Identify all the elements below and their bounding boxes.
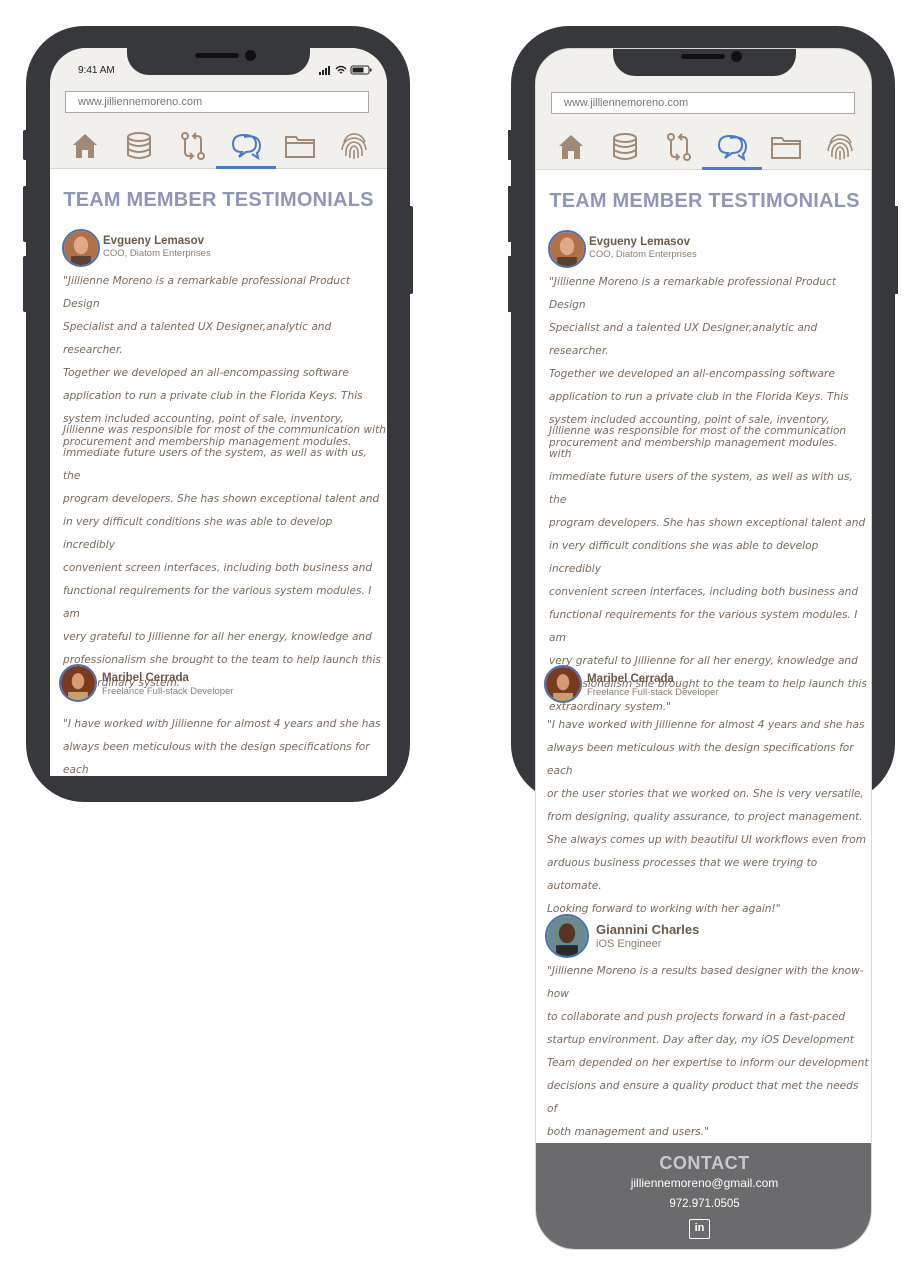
person-name: Maribel Cerrada xyxy=(587,673,674,685)
url-bar[interactable]: www.jilliennemoreno.com xyxy=(551,92,855,114)
person-role: COO, Diatom Enterprises xyxy=(103,248,211,259)
tab-portfolio[interactable] xyxy=(770,131,804,165)
tab-identity[interactable] xyxy=(824,131,858,165)
folder-icon xyxy=(771,137,801,159)
volume-down-button xyxy=(508,256,514,312)
avatar-evgueny xyxy=(62,229,100,267)
volume-down-button xyxy=(23,256,29,312)
git-compare-icon xyxy=(181,132,205,160)
volume-up-button xyxy=(23,186,29,242)
power-button xyxy=(407,206,413,294)
tab-compare[interactable] xyxy=(177,130,211,164)
nav-tabs xyxy=(536,127,871,171)
chat-bubbles-icon xyxy=(231,133,262,161)
wifi-icon xyxy=(335,65,347,74)
contact-title: CONTACT xyxy=(659,1153,750,1173)
nav-tabs xyxy=(50,126,387,170)
tab-testimonials[interactable] xyxy=(716,131,750,165)
avatar-maribel xyxy=(59,664,97,702)
home-icon xyxy=(73,134,97,158)
mute-switch xyxy=(508,130,514,160)
person-name: Maribel Cerrada xyxy=(102,672,189,684)
active-tab-indicator xyxy=(216,166,276,169)
tab-home[interactable] xyxy=(555,131,589,165)
folder-icon xyxy=(285,136,315,158)
tab-compare[interactable] xyxy=(663,131,697,165)
person-name: Evgueny Lemasov xyxy=(103,235,204,247)
testimonial-quote: "I have worked with Jillienne for almost… xyxy=(547,719,867,915)
fingerprint-icon xyxy=(341,133,367,159)
git-compare-icon xyxy=(667,133,691,161)
mute-switch xyxy=(23,130,29,160)
page-title: TEAM MEMBER TESTIMONIALS xyxy=(549,190,860,212)
home-icon xyxy=(559,135,583,159)
status-icons xyxy=(319,65,372,75)
contact-email-link[interactable]: jilliennemoreno@gmail.com xyxy=(536,1176,871,1190)
database-icon xyxy=(127,132,151,159)
person-name: Giannini Charles xyxy=(596,922,700,937)
phone-notch xyxy=(613,49,796,76)
tab-testimonials[interactable] xyxy=(230,130,264,164)
person-name: Evgueny Lemasov xyxy=(589,236,690,248)
tab-home[interactable] xyxy=(69,130,103,164)
phone-screen-left: 9:41 AM www.jilliennemoreno.com TEAM MEM… xyxy=(50,48,387,776)
signal-icon xyxy=(319,66,330,75)
page-title: TEAM MEMBER TESTIMONIALS xyxy=(63,189,374,211)
testimonial-quote: "I have worked with Jillienne for almost… xyxy=(63,718,381,776)
person-role: Freelance Full-stack Developer xyxy=(587,687,719,698)
contact-phone-link[interactable]: 972.971.0505 xyxy=(536,1198,871,1210)
database-icon xyxy=(613,133,637,160)
chat-bubbles-icon xyxy=(717,134,748,162)
tab-identity[interactable] xyxy=(338,130,372,164)
avatar-evgueny xyxy=(548,230,586,268)
power-button xyxy=(892,206,898,294)
linkedin-icon[interactable]: in xyxy=(689,1219,710,1239)
avatar-giannini xyxy=(545,914,589,958)
contact-footer: CONTACT jilliennemoreno@gmail.com 972.97… xyxy=(536,1143,871,1249)
tab-database[interactable] xyxy=(609,131,643,165)
active-tab-indicator xyxy=(702,167,762,170)
person-role: COO, Diatom Enterprises xyxy=(589,249,697,260)
phone-notch xyxy=(127,48,310,75)
status-time: 9:41 AM xyxy=(78,65,115,76)
volume-up-button xyxy=(508,186,514,242)
tab-portfolio[interactable] xyxy=(284,130,318,164)
url-bar[interactable]: www.jilliennemoreno.com xyxy=(65,91,369,113)
testimonial-quote: "Jillienne Moreno is a results based des… xyxy=(547,965,869,1138)
tab-database[interactable] xyxy=(123,130,157,164)
fingerprint-icon xyxy=(827,134,853,160)
testimonial-quote: Jillienne was responsible for most of th… xyxy=(63,424,386,689)
phone-screen-right-full-page: www.jilliennemoreno.com TEAM MEMBER TEST… xyxy=(535,48,872,1250)
avatar-maribel xyxy=(544,665,582,703)
person-role: iOS Engineer xyxy=(596,938,662,950)
battery-icon xyxy=(350,65,372,75)
person-role: Freelance Full-stack Developer xyxy=(102,686,234,697)
